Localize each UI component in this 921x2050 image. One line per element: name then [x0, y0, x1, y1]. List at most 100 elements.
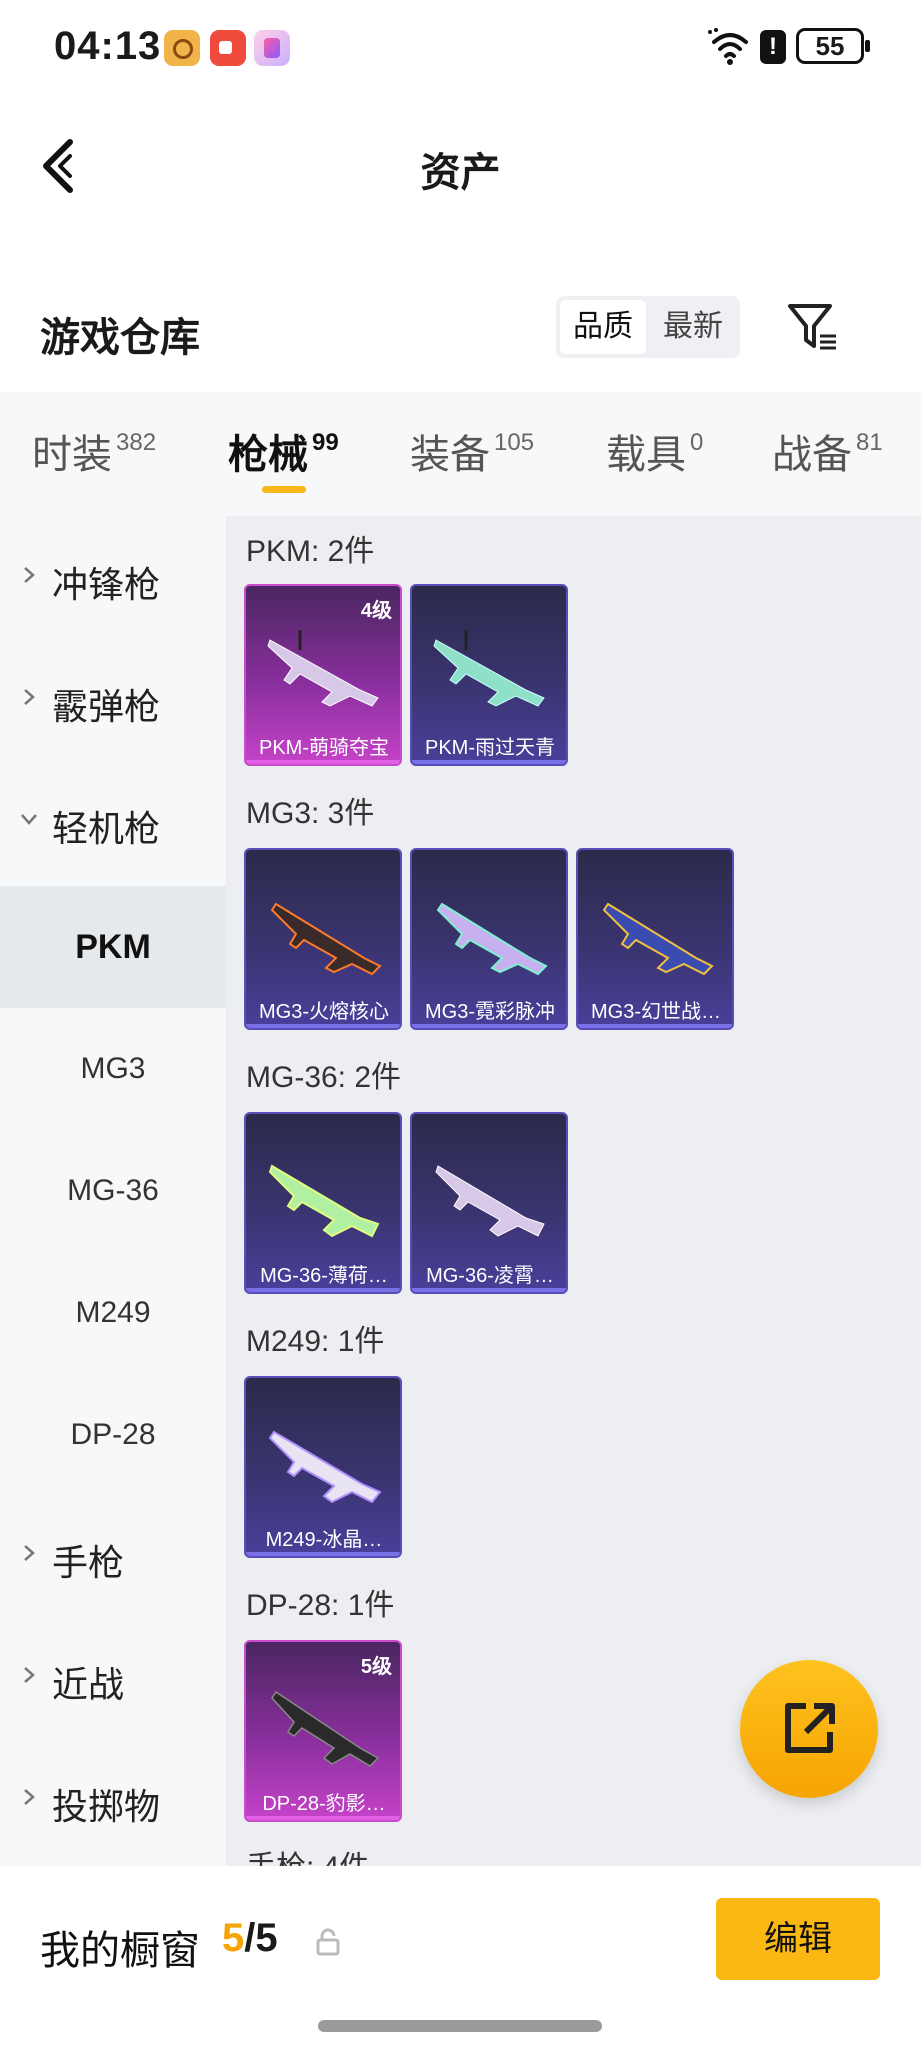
skin-name: PKM-雨过天青 — [425, 737, 555, 759]
category-tabs: 时装 382 枪械 99 装备 105 载具 0 战备 81 — [0, 392, 921, 516]
rarity-bar — [412, 760, 566, 764]
sidebar-sub-m249[interactable]: M249 — [0, 1252, 226, 1374]
tab-label: 枪械 — [228, 433, 308, 477]
machine-gun-image — [267, 630, 379, 707]
rarity-bar — [246, 1552, 400, 1556]
tab-count: 105 — [494, 429, 535, 456]
skin-card[interactable]: MG-36-凌霄… — [410, 1112, 568, 1294]
lock-icon — [316, 1928, 340, 1956]
chevron-down-icon — [21, 814, 37, 825]
chevron-right-icon — [24, 1545, 35, 1561]
tab-label: 战备 — [772, 433, 852, 477]
sidebar-label: 轻机枪 — [52, 808, 161, 849]
group-title: M249: 1件 — [246, 1325, 385, 1358]
group-title: MG-36: 2件 — [246, 1061, 402, 1094]
group-title: MG3: 3件 — [246, 797, 375, 830]
share-button[interactable] — [740, 1660, 878, 1798]
skin-card[interactable]: MG3-幻世战… — [576, 848, 734, 1030]
skin-name: MG3-幻世战… — [591, 1001, 721, 1023]
tab-count: 81 — [856, 429, 883, 456]
machine-gun-image — [433, 630, 545, 707]
home-indicator[interactable] — [318, 2020, 602, 2032]
tab-label: 时装 — [32, 433, 112, 477]
sidebar-item-pistol[interactable]: 手枪 — [0, 1494, 226, 1616]
sort-newest-button[interactable]: 最新 — [650, 300, 736, 354]
group-title: 手枪: 4件 — [246, 1842, 369, 1866]
rarity-bar — [246, 760, 400, 764]
battery-icon: 55 — [796, 28, 870, 64]
alert-icon: ! — [760, 30, 786, 64]
page-title: 资产 — [420, 151, 501, 195]
machine-gun-image — [268, 1430, 382, 1504]
tab-guns[interactable]: 枪械 99 — [228, 422, 339, 480]
machine-gun-image — [271, 1690, 380, 1767]
sidebar-sub-mg3[interactable]: MG3 — [0, 1008, 226, 1130]
chevron-right-icon — [24, 1667, 35, 1683]
machine-gun-image — [602, 902, 714, 976]
tab-supplies[interactable]: 战备 81 — [772, 422, 883, 480]
sidebar-label: 近战 — [52, 1664, 125, 1705]
group-title: PKM: 2件 — [246, 535, 375, 568]
rarity-bar — [412, 1288, 566, 1292]
showcase-count: 5/5 — [222, 1916, 278, 1961]
machine-gun-image — [435, 1165, 545, 1237]
skin-name: DP-28-豹影… — [262, 1793, 386, 1815]
skin-card[interactable]: MG-36-薄荷… — [244, 1112, 402, 1294]
skin-card[interactable]: 5级 DP-28-豹影… — [244, 1640, 402, 1822]
sidebar-sub-pkm[interactable]: PKM — [0, 886, 226, 1008]
skin-name: MG3-霓彩脉冲 — [425, 1001, 555, 1023]
sidebar-label: 冲锋枪 — [52, 564, 161, 605]
skin-card[interactable]: PKM-雨过天青 — [410, 584, 568, 766]
edit-button[interactable]: 编辑 — [716, 1898, 880, 1980]
skin-name: MG-36-薄荷… — [260, 1265, 388, 1287]
sidebar-item-shotgun[interactable]: 霰弹枪 — [0, 638, 226, 760]
chevron-right-icon — [24, 689, 35, 705]
sort-quality-button[interactable]: 品质 — [560, 300, 646, 354]
filter-icon[interactable] — [786, 300, 840, 354]
rarity-bar — [412, 1024, 566, 1028]
count-total: 5 — [255, 1916, 278, 1960]
weapon-sidebar: 冲锋枪 霰弹枪 轻机枪 PKM MG3 MG-36 M249 DP-28 手枪 … — [0, 516, 226, 1866]
sidebar-sub-mg36[interactable]: MG-36 — [0, 1130, 226, 1252]
rarity-bar — [246, 1288, 400, 1292]
share-external-icon — [785, 1703, 835, 1753]
skin-card[interactable]: MG3-霓彩脉冲 — [410, 848, 568, 1030]
tab-equipment[interactable]: 装备 105 — [410, 422, 534, 480]
chevron-right-icon — [24, 1789, 35, 1805]
sort-toggle: 品质 最新 — [556, 296, 740, 358]
machine-gun-image — [270, 902, 382, 976]
tab-count: 382 — [116, 429, 157, 456]
status-bar: 04:13 ! 55 — [0, 0, 921, 96]
game-app-icon — [164, 30, 200, 66]
skin-card[interactable]: 4级 PKM-萌骑夺宝 — [244, 584, 402, 766]
sidebar-item-smg[interactable]: 冲锋枪 — [0, 516, 226, 638]
skin-card[interactable]: MG3-火熔核心 — [244, 848, 402, 1030]
chevron-right-icon — [24, 567, 35, 583]
skin-card[interactable]: M249-冰晶… — [244, 1376, 402, 1558]
tab-label: 载具 — [606, 433, 686, 477]
video-app-icon — [210, 30, 246, 66]
rarity-bar — [246, 1024, 400, 1028]
group-title: DP-28: 1件 — [246, 1589, 395, 1622]
section-title: 游戏仓库 — [40, 316, 200, 360]
sidebar-item-lmg[interactable]: 轻机枪 — [0, 760, 226, 882]
sidebar-label: 手枪 — [52, 1542, 125, 1583]
rarity-bar — [246, 1816, 400, 1820]
count-separator: / — [244, 1916, 256, 1960]
showcase-label: 我的橱窗 — [40, 1929, 200, 1973]
wifi-icon — [708, 28, 748, 65]
sidebar-item-throwable[interactable]: 投掷物 — [0, 1738, 226, 1860]
tab-count: 0 — [690, 429, 704, 456]
tab-count: 99 — [312, 429, 339, 456]
showcase-bar: 我的橱窗 5/5 编辑 — [0, 1866, 921, 2050]
gallery-app-icon — [254, 30, 290, 66]
tab-fashion[interactable]: 时装 382 — [32, 422, 156, 480]
machine-gun-image — [436, 902, 548, 976]
tab-vehicles[interactable]: 载具 0 — [606, 422, 703, 480]
skin-name: M249-冰晶… — [265, 1529, 383, 1551]
rarity-bar — [578, 1024, 732, 1028]
sidebar-label: 投掷物 — [52, 1786, 161, 1827]
sidebar-sub-dp28[interactable]: DP-28 — [0, 1374, 226, 1496]
sidebar-item-melee[interactable]: 近战 — [0, 1616, 226, 1738]
skin-name: MG3-火熔核心 — [259, 1001, 389, 1023]
